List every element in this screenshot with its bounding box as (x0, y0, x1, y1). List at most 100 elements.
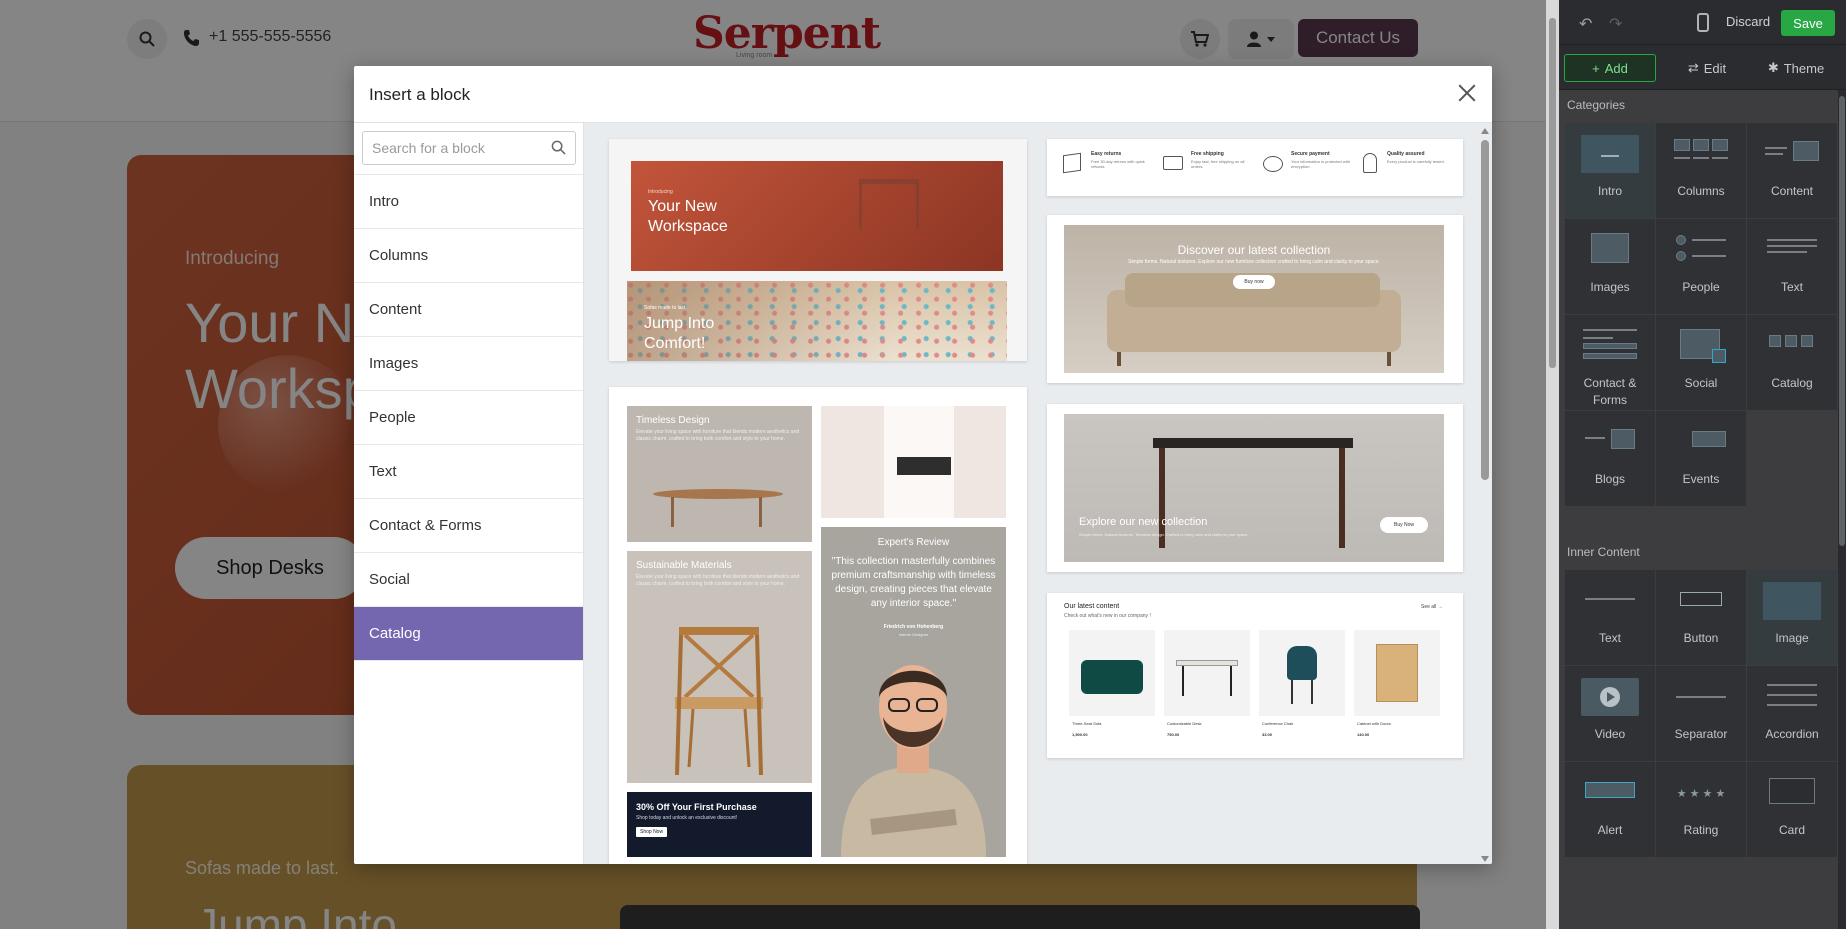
product-price: 1,500.00 (1072, 732, 1088, 737)
product-name: Three-Seat Sofa (1072, 721, 1102, 726)
intro-thumb-icon (1581, 135, 1639, 173)
search-icon[interactable] (551, 140, 566, 155)
latest-title: Our latest content (1064, 603, 1120, 610)
block-category-list: Intro Columns Content Images People Text… (354, 123, 584, 864)
category-people[interactable]: People (354, 391, 583, 445)
category-images[interactable]: Images (354, 337, 583, 391)
product-image (1164, 630, 1250, 716)
alert-thumb-icon (1581, 774, 1639, 812)
scroll-up-icon[interactable] (1481, 128, 1489, 134)
category-intro[interactable]: Intro (354, 175, 583, 229)
undo-icon[interactable]: ↶ (1579, 14, 1592, 34)
dialog-scrollbar-thumb[interactable] (1481, 140, 1489, 480)
panel-inner-label: Separator (1674, 727, 1728, 741)
desk-top (1153, 438, 1353, 448)
panel-category-label: Columns (1677, 184, 1725, 198)
block-preview-intro-stack[interactable]: Introducing Your New Workspace Sofas mad… (609, 139, 1027, 361)
feature-title: Secure payment (1291, 151, 1330, 157)
category-catalog[interactable]: Catalog (354, 607, 583, 661)
site-scrollbar[interactable] (1546, 0, 1559, 929)
editor-panel: ↶ ↷ Discard Save + Add ⇄ Edit ✱ Theme Categ… (1559, 0, 1846, 929)
panel-category-contact-forms[interactable]: Contact & Forms (1565, 315, 1655, 410)
product-price: 750.00 (1167, 732, 1180, 737)
category-columns[interactable]: Columns (354, 229, 583, 283)
block-preview-area: Introducing Your New Workspace Sofas mad… (584, 123, 1492, 864)
feature-title: Free shipping (1191, 151, 1224, 157)
blogs-thumb-icon (1581, 423, 1639, 461)
panel-inner-label: Alert (1597, 823, 1623, 837)
panel-category-people[interactable]: People (1656, 219, 1746, 314)
chair-leg (1291, 680, 1293, 704)
workspace-tag: Introducing (648, 189, 673, 195)
save-button[interactable]: Save (1781, 10, 1835, 36)
panel-scrollbar[interactable] (1838, 90, 1846, 929)
block-preview-mosaic[interactable]: Timeless Design Elevate your living spac… (609, 387, 1027, 864)
block-preview-explore[interactable]: Explore our new collection Simple forms.… (1047, 404, 1463, 572)
panel-category-content[interactable]: Content (1747, 123, 1837, 218)
panel-inner-separator[interactable]: Separator (1656, 666, 1746, 761)
feature-text: Free 30-day returns with quick refunds. (1091, 159, 1145, 169)
panel-scrollbar-thumb[interactable] (1839, 96, 1845, 546)
expert-title: Expert's Review (877, 537, 950, 548)
mobile-preview-icon[interactable] (1697, 13, 1709, 32)
panel-inner-image[interactable]: Image (1747, 570, 1837, 665)
card-thumb-icon (1763, 774, 1821, 812)
panel-category-events[interactable]: Events (1656, 411, 1746, 506)
panel-category-images[interactable]: Images (1565, 219, 1655, 314)
mini-sofa (897, 457, 951, 475)
panel-category-label: Contact & Forms (1583, 376, 1637, 407)
panel-category-catalog[interactable]: Catalog (1747, 315, 1837, 410)
discard-button[interactable]: Discard (1726, 14, 1770, 29)
block-preview-latest[interactable]: Our latest content Check out what's new … (1047, 593, 1463, 758)
wallet-icon (1263, 156, 1283, 172)
catalog-thumb-icon (1763, 327, 1821, 365)
close-icon[interactable] (1456, 82, 1478, 104)
panel-inner-alert[interactable]: Alert (1565, 762, 1655, 857)
category-contact-forms[interactable]: Contact & Forms (354, 499, 583, 553)
green-sofa (1081, 660, 1143, 694)
image-thumb-icon (1763, 582, 1821, 620)
panel-category-intro[interactable]: Intro (1565, 123, 1655, 218)
panel-category-label: Events (1682, 472, 1720, 486)
desk-leg-mini (1182, 666, 1184, 696)
panel-category-blogs[interactable]: Blogs (1565, 411, 1655, 506)
workspace-title: Your New Workspace (648, 198, 728, 235)
sustainable-text: Elevate your living space with furniture… (636, 574, 800, 587)
panel-inner-label: Accordion (1765, 727, 1819, 741)
panel-inner-video[interactable]: Video (1565, 666, 1655, 761)
panel-inner-accordion[interactable]: Accordion (1747, 666, 1837, 761)
button-thumb-icon (1672, 582, 1730, 620)
scroll-down-icon[interactable] (1481, 856, 1489, 862)
block-search-input[interactable] (363, 132, 543, 164)
images-thumb-icon (1581, 231, 1639, 269)
tab-edit[interactable]: ⇄ Edit (1669, 54, 1745, 82)
panel-category-label: Content (1770, 184, 1814, 198)
inner-content-grid: Text Button Image Video Separator Accord… (1565, 570, 1838, 857)
panel-inner-button[interactable]: Button (1656, 570, 1746, 665)
panel-inner-rating[interactable]: ★ ★ ★ ★ Rating (1656, 762, 1746, 857)
panel-category-columns[interactable]: Columns (1656, 123, 1746, 218)
block-search-box (362, 131, 576, 165)
wood-cabinet (1376, 644, 1418, 702)
tab-theme[interactable]: ✱ Theme (1755, 54, 1837, 82)
product-name: Conference Chair (1262, 721, 1294, 726)
block-preview-features[interactable]: Easy returns Free 30-day returns with qu… (1047, 139, 1463, 196)
product-image (1259, 630, 1345, 716)
category-text[interactable]: Text (354, 445, 583, 499)
panel-category-text[interactable]: Text (1747, 219, 1837, 314)
redo-icon[interactable]: ↷ (1609, 14, 1622, 34)
panel-inner-card[interactable]: Card (1747, 762, 1837, 857)
block-preview-discover[interactable]: Discover our latest collection Simple fo… (1047, 215, 1463, 383)
promo-title: 30% Off Your First Purchase (636, 802, 757, 812)
site-scrollbar-thumb[interactable] (1549, 18, 1556, 368)
panel-inner-text[interactable]: Text (1565, 570, 1655, 665)
product-name: Cabinet with Doors (1357, 721, 1391, 726)
inner-content-heading: Inner Content (1567, 545, 1640, 559)
category-content[interactable]: Content (354, 283, 583, 337)
category-social[interactable]: Social (354, 553, 583, 607)
panel-category-social[interactable]: Social (1656, 315, 1746, 410)
dialog-scrollbar[interactable] (1478, 126, 1492, 864)
table-leg (671, 497, 674, 527)
tab-add[interactable]: + Add (1564, 54, 1656, 82)
panel-inner-label: Card (1778, 823, 1805, 837)
